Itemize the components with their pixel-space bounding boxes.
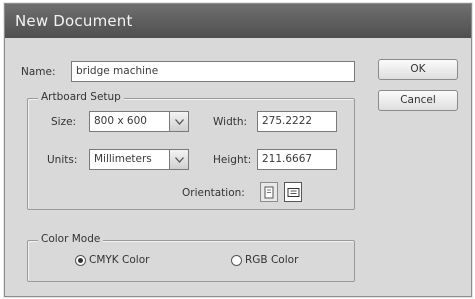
width-label: Width: [213,116,248,128]
size-select-value: 800 x 600 [89,111,169,132]
portrait-orientation-icon [264,186,274,198]
landscape-orientation-button[interactable] [284,182,302,202]
size-label: Size: [51,116,77,128]
units-select-value: Millimeters [89,149,169,170]
chevron-down-icon[interactable] [169,111,189,132]
size-select[interactable]: 800 x 600 [89,111,189,132]
rgb-color-radio[interactable] [231,255,242,266]
dialog-title: New Document [5,4,471,38]
portrait-orientation-button[interactable] [260,182,278,202]
units-label: Units: [47,154,78,166]
cmyk-color-radio[interactable] [75,255,86,266]
height-label: Height: [213,154,252,166]
color-mode-legend: Color Mode [38,233,104,245]
rgb-color-label[interactable]: RGB Color [245,254,298,266]
chevron-down-icon[interactable] [169,149,189,170]
landscape-orientation-icon [287,187,299,197]
orientation-label: Orientation: [182,187,245,199]
artboard-setup-legend: Artboard Setup [38,91,124,103]
width-input[interactable]: 275.2222 [257,111,337,132]
cmyk-color-label[interactable]: CMYK Color [89,254,149,266]
new-document-dialog: New Document Name: bridge machine OK Can… [4,3,472,297]
cancel-button[interactable]: Cancel [378,90,458,111]
units-select[interactable]: Millimeters [89,149,189,170]
name-label: Name: [21,66,56,78]
height-input[interactable]: 211.6667 [257,149,337,170]
ok-button[interactable]: OK [378,59,458,80]
name-input[interactable]: bridge machine [71,61,355,82]
